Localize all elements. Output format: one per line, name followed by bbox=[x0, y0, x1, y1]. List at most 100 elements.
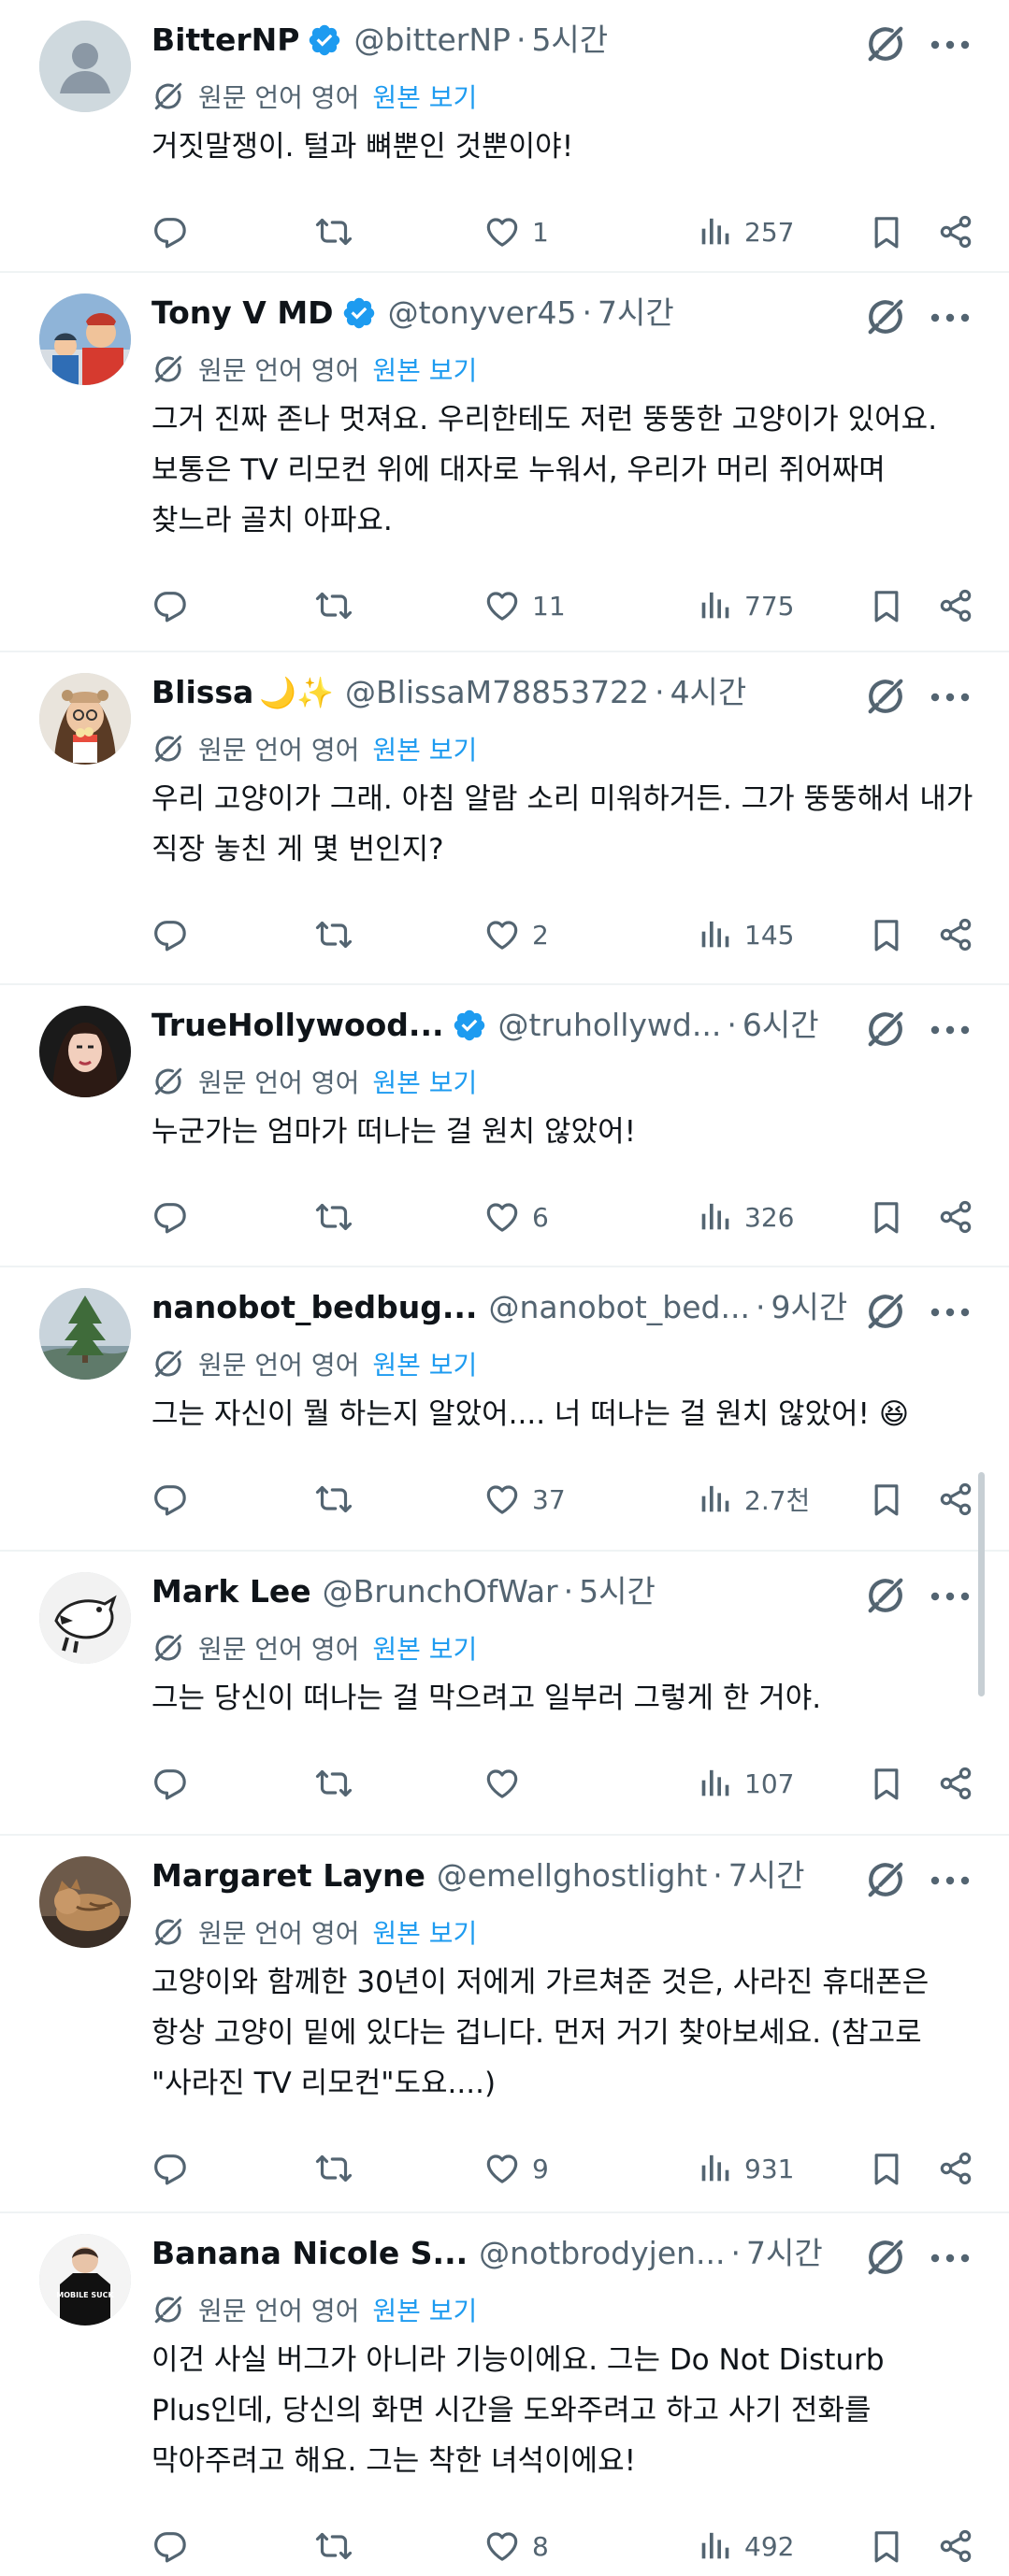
repost-button[interactable] bbox=[315, 1475, 364, 1524]
reply-button[interactable] bbox=[151, 1193, 200, 1241]
verified-badge-icon[interactable] bbox=[307, 22, 342, 58]
views-button[interactable]: 775 bbox=[696, 581, 794, 630]
views-button[interactable]: 145 bbox=[696, 910, 794, 959]
display-name[interactable]: Mark Lee bbox=[151, 1570, 311, 1613]
avatar[interactable]: MOBILE SUCK bbox=[39, 2234, 131, 2326]
show-original-link[interactable]: 원본 보기 bbox=[372, 78, 477, 115]
avatar[interactable] bbox=[39, 21, 131, 112]
reply-button[interactable] bbox=[151, 1475, 200, 1524]
tweet[interactable]: TrueHollywood... @truhollywd... · 6시간 원문 언어 … bbox=[0, 985, 1009, 1267]
like-button[interactable]: 11 bbox=[483, 581, 566, 630]
repost-button[interactable] bbox=[315, 910, 364, 959]
bookmark-button[interactable] bbox=[868, 2522, 905, 2570]
share-button[interactable] bbox=[937, 208, 974, 256]
display-name[interactable]: TrueHollywood... bbox=[151, 1004, 444, 1047]
bookmark-button[interactable] bbox=[868, 910, 905, 959]
timestamp[interactable]: 5시간 bbox=[531, 19, 608, 62]
display-name[interactable]: nanobot_bedbug... bbox=[151, 1286, 477, 1329]
views-button[interactable]: 257 bbox=[696, 208, 794, 256]
more-options-icon[interactable] bbox=[926, 295, 974, 338]
more-options-icon[interactable] bbox=[926, 1008, 974, 1051]
timestamp[interactable]: 7시간 bbox=[728, 1854, 805, 1897]
timestamp[interactable]: 4시간 bbox=[670, 671, 747, 714]
grok-icon[interactable] bbox=[864, 22, 907, 65]
more-options-icon[interactable] bbox=[926, 22, 974, 65]
user-handle[interactable]: @BrunchOfWar bbox=[323, 1570, 558, 1613]
display-name[interactable]: BitterNP bbox=[151, 19, 299, 62]
more-options-icon[interactable] bbox=[926, 1574, 974, 1617]
like-button[interactable] bbox=[483, 1759, 532, 1808]
share-button[interactable] bbox=[937, 1193, 974, 1241]
bookmark-button[interactable] bbox=[868, 1759, 905, 1808]
timestamp[interactable]: 6시간 bbox=[742, 1004, 819, 1047]
show-original-link[interactable]: 원본 보기 bbox=[372, 2291, 477, 2328]
reply-button[interactable] bbox=[151, 581, 200, 630]
reply-button[interactable] bbox=[151, 910, 200, 959]
grok-icon[interactable] bbox=[864, 1290, 907, 1333]
like-button[interactable]: 1 bbox=[483, 208, 549, 256]
tweet[interactable]: BitterNP @bitterNP · 5시간 원문 언어 영어 원본 보기 거짓말쟁이.… bbox=[0, 0, 1009, 273]
more-options-icon[interactable] bbox=[926, 1858, 974, 1901]
like-button[interactable]: 8 bbox=[483, 2522, 549, 2570]
like-button[interactable]: 6 bbox=[483, 1193, 549, 1241]
repost-button[interactable] bbox=[315, 2144, 364, 2193]
bookmark-button[interactable] bbox=[868, 581, 905, 630]
display-name[interactable]: Margaret Layne bbox=[151, 1854, 425, 1897]
user-handle[interactable]: @truhollywd... bbox=[498, 1004, 722, 1047]
bookmark-button[interactable] bbox=[868, 2144, 905, 2193]
tweet[interactable]: Margaret Layne @emellghostlight · 7시간 원문 언어 … bbox=[0, 1836, 1009, 2213]
views-button[interactable]: 107 bbox=[696, 1759, 794, 1808]
verified-badge-icon[interactable] bbox=[452, 1008, 487, 1043]
tweet[interactable]: nanobot_bedbug... @nanobot_bed... · 9시간 원문 언… bbox=[0, 1267, 1009, 1552]
views-button[interactable]: 326 bbox=[696, 1193, 794, 1241]
avatar[interactable] bbox=[39, 1572, 131, 1664]
user-handle[interactable]: @notbrodyjen... bbox=[479, 2232, 725, 2275]
share-button[interactable] bbox=[937, 2522, 974, 2570]
show-original-link[interactable]: 원본 보기 bbox=[372, 1345, 477, 1382]
show-original-link[interactable]: 원본 보기 bbox=[372, 730, 477, 767]
reply-button[interactable] bbox=[151, 1759, 200, 1808]
verified-badge-icon[interactable] bbox=[341, 295, 377, 331]
grok-icon[interactable] bbox=[864, 1574, 907, 1617]
share-button[interactable] bbox=[937, 1475, 974, 1524]
bookmark-button[interactable] bbox=[868, 208, 905, 256]
share-button[interactable] bbox=[937, 1759, 974, 1808]
share-button[interactable] bbox=[937, 581, 974, 630]
display-name[interactable]: Blissa bbox=[151, 671, 253, 714]
views-button[interactable]: 492 bbox=[696, 2522, 794, 2570]
tweet[interactable]: Blissa 🌙✨ @BlissaM78853722 · 4시간 원문 언어 영어 원본 보… bbox=[0, 652, 1009, 985]
avatar[interactable] bbox=[39, 1006, 131, 1097]
bookmark-button[interactable] bbox=[868, 1475, 905, 1524]
user-handle[interactable]: @emellghostlight bbox=[437, 1854, 707, 1897]
display-name[interactable]: Banana Nicole S... bbox=[151, 2232, 468, 2275]
like-button[interactable]: 37 bbox=[483, 1475, 566, 1524]
avatar[interactable] bbox=[39, 1856, 131, 1948]
tweet[interactable]: Tony V MD @tonyver45 · 7시간 원문 언어 영어 원본 보기 그거 진… bbox=[0, 273, 1009, 652]
repost-button[interactable] bbox=[315, 1759, 364, 1808]
like-button[interactable]: 2 bbox=[483, 910, 549, 959]
share-button[interactable] bbox=[937, 2144, 974, 2193]
bookmark-button[interactable] bbox=[868, 1193, 905, 1241]
views-button[interactable]: 2.7천 bbox=[696, 1475, 810, 1524]
share-button[interactable] bbox=[937, 910, 974, 959]
timestamp[interactable]: 7시간 bbox=[598, 292, 674, 335]
more-options-icon[interactable] bbox=[926, 675, 974, 718]
grok-icon[interactable] bbox=[864, 1008, 907, 1051]
timestamp[interactable]: 5시간 bbox=[579, 1570, 656, 1613]
repost-button[interactable] bbox=[315, 208, 364, 256]
show-original-link[interactable]: 원본 보기 bbox=[372, 1063, 477, 1100]
grok-icon[interactable] bbox=[864, 2236, 907, 2279]
avatar[interactable] bbox=[39, 293, 131, 385]
show-original-link[interactable]: 원본 보기 bbox=[372, 1629, 477, 1667]
avatar[interactable] bbox=[39, 1288, 131, 1380]
user-handle[interactable]: @BlissaM78853722 bbox=[345, 671, 649, 714]
user-handle[interactable]: @nanobot_bed... bbox=[488, 1286, 750, 1329]
user-handle[interactable]: @tonyver45 bbox=[388, 292, 577, 335]
views-button[interactable]: 931 bbox=[696, 2144, 794, 2193]
show-original-link[interactable]: 원본 보기 bbox=[372, 351, 477, 388]
tweet[interactable]: Mark Lee @BrunchOfWar · 5시간 원문 언어 영어 원본 보기 그는 … bbox=[0, 1552, 1009, 1836]
grok-icon[interactable] bbox=[864, 1858, 907, 1901]
timestamp[interactable]: 9시간 bbox=[771, 1286, 847, 1329]
reply-button[interactable] bbox=[151, 2144, 200, 2193]
grok-icon[interactable] bbox=[864, 295, 907, 338]
